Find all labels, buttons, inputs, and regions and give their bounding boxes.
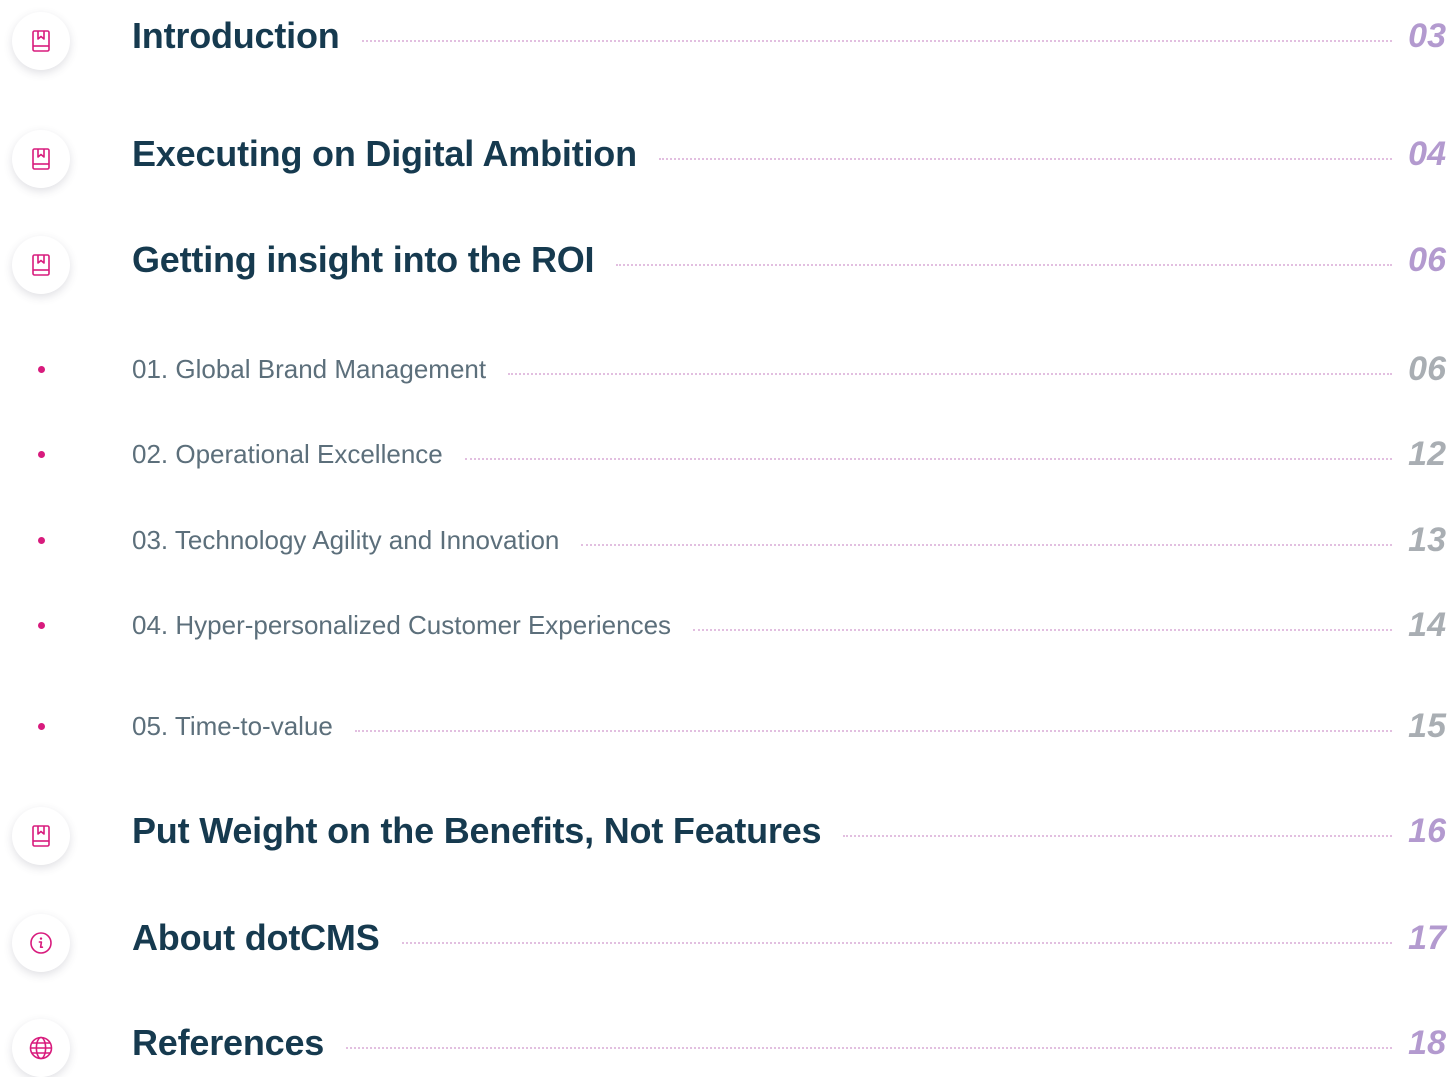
toc-entry-title: Getting insight into the ROI [132,239,595,280]
toc-entry-title: References [132,1022,325,1063]
globe-icon [29,1036,53,1060]
toc-subentry-page-number: 06 [1408,349,1446,388]
toc-subentry-page-number: 13 [1408,520,1446,559]
dot-leader [361,40,1392,42]
toc-entry-page-number: 17 [1408,918,1446,957]
toc-subentry-title: 04. Hyper-personalized Customer Experien… [132,609,672,640]
bullet-dot [38,723,45,730]
toc-subentry-page-number: 12 [1408,434,1446,473]
dot-leader [658,158,1392,160]
toc-entry-title: Put Weight on the Benefits, Not Features [132,810,822,851]
globe-icon-badge [12,1019,70,1077]
dot-leader [401,942,1392,944]
toc-subentry-global-brand-management[interactable]: 01. Global Brand Management 06 [0,339,1452,399]
dot-leader [354,730,1392,732]
toc-entry-about-dotcms[interactable]: About dotCMS 17 [0,908,1452,972]
bullet-dot [38,622,45,629]
info-icon-badge [12,914,70,972]
toc-subentry-operational-excellence[interactable]: 02. Operational Excellence 12 [0,424,1452,484]
toc-entry-title: Introduction [132,15,340,56]
toc-subentry-page-number: 15 [1408,706,1446,745]
toc-entry-page-number: 18 [1408,1023,1446,1062]
toc-subentry-page-number: 14 [1408,605,1446,644]
bullet-dot [38,537,45,544]
toc-entry-page-number: 06 [1408,240,1446,279]
book-icon-badge [12,236,70,294]
toc-entry-put-weight-on-the-benefits[interactable]: Put Weight on the Benefits, Not Features… [0,801,1452,865]
dot-leader [346,1047,1392,1049]
dot-leader [616,264,1392,266]
book-icon-badge [12,130,70,188]
dot-leader [464,458,1392,460]
bullet-dot [38,366,45,373]
toc-entry-title: About dotCMS [132,917,380,958]
dot-leader [693,629,1392,631]
toc-entry-executing-on-digital-ambition[interactable]: Executing on Digital Ambition 04 [0,124,1452,188]
toc-entry-page-number: 03 [1408,16,1446,55]
toc-subentry-title: 02. Operational Excellence [132,438,443,469]
toc-entry-title: Executing on Digital Ambition [132,133,637,174]
toc-subentry-title: 05. Time-to-value [132,710,333,741]
book-icon-badge [12,807,70,865]
book-icon [32,825,50,847]
toc-subentry-title: 01. Global Brand Management [132,353,487,384]
toc-entry-references[interactable]: References 18 [0,1013,1452,1077]
book-icon [32,30,50,52]
toc-subentry-hyper-personalized-customer-experiences[interactable]: 04. Hyper-personalized Customer Experien… [0,595,1452,655]
toc-subentry-technology-agility-and-innovation[interactable]: 03. Technology Agility and Innovation 13 [0,510,1452,570]
bullet-dot [38,451,45,458]
book-icon [32,254,50,276]
book-icon [32,148,50,170]
book-icon-badge [12,12,70,70]
dot-leader [508,373,1392,375]
toc-entry-introduction[interactable]: Introduction 03 [0,6,1452,70]
toc-entry-page-number: 16 [1408,811,1446,850]
table-of-contents: Introduction 03 Executing on Digital Amb… [0,0,1452,1077]
toc-entry-getting-insight-into-the-roi[interactable]: Getting insight into the ROI 06 [0,230,1452,294]
dot-leader [581,544,1392,546]
dot-leader [843,835,1392,837]
toc-subentry-time-to-value[interactable]: 05. Time-to-value 15 [0,696,1452,756]
toc-subentry-title: 03. Technology Agility and Innovation [132,524,560,555]
toc-entry-page-number: 04 [1408,134,1446,173]
info-icon [30,932,52,954]
